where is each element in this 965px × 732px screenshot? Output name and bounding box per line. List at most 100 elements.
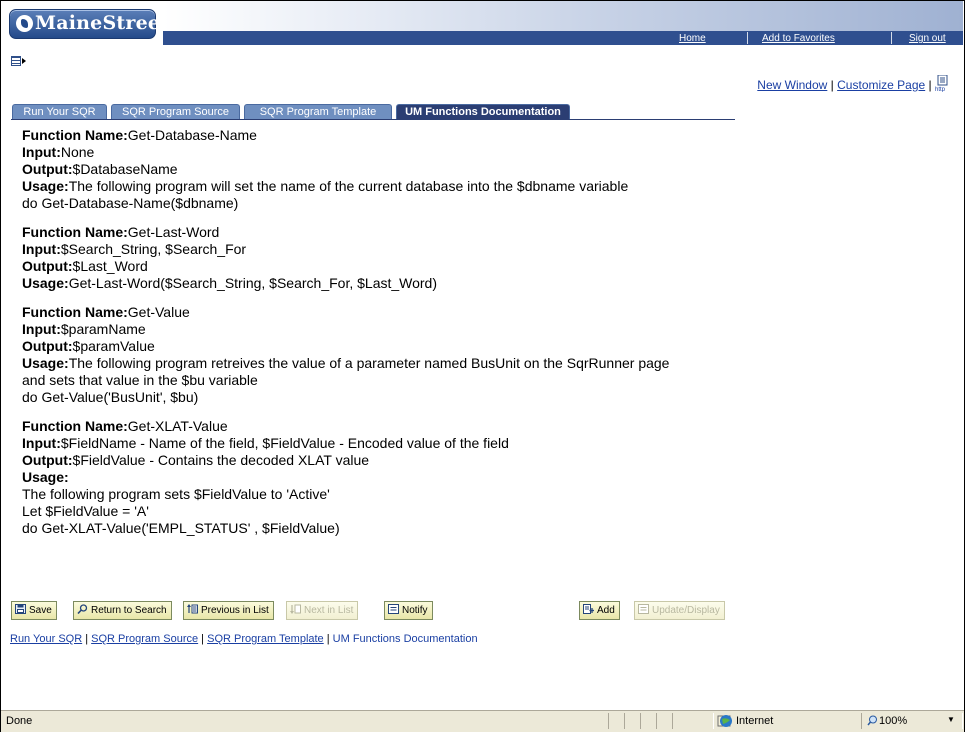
logo-text: MaineStreet [35, 12, 170, 34]
status-pane [672, 713, 714, 729]
usage-line: Usage: [22, 469, 722, 486]
maine-state-icon [16, 15, 33, 32]
http-icon[interactable]: http [935, 74, 951, 93]
usage-text-continued: and sets that value in the $bu variable [22, 372, 258, 388]
function-name-label: Function Name: [22, 224, 128, 240]
function-name-line: Function Name:Get-Database-Name [22, 127, 722, 144]
function-name-label: Function Name: [22, 418, 128, 434]
separator: | [82, 633, 92, 645]
return-to-search-label: Return to Search [91, 605, 167, 616]
add-to-favorites-link[interactable]: Add to Favorites [762, 33, 835, 44]
zoom-level[interactable]: 100% [879, 715, 907, 727]
next-in-list-button[interactable]: Next in List [286, 601, 359, 620]
function-entry: Function Name:Get-Value Input:$paramName… [22, 304, 722, 406]
tab-run-your-sqr[interactable]: Run Your SQR [12, 104, 107, 119]
input-value: $FieldName - Name of the field, $FieldVa… [60, 435, 509, 451]
input-label: Input: [22, 321, 61, 337]
page-actions: New Window | Customize Page | http [757, 74, 951, 93]
next-in-list-label: Next in List [304, 605, 354, 616]
output-label: Output: [22, 161, 73, 177]
search-icon [77, 603, 88, 615]
function-name-label: Function Name: [22, 304, 128, 320]
tab-sqr-program-source[interactable]: SQR Program Source [111, 104, 240, 119]
usage-label: Usage: [22, 469, 69, 485]
usage-label: Usage: [22, 275, 69, 291]
menu-toggle-icon[interactable] [11, 56, 26, 66]
sqr-program-template-link[interactable]: SQR Program Template [207, 633, 324, 645]
output-line: Output:$paramValue [22, 338, 722, 355]
logo: MaineStreet [9, 9, 169, 39]
output-label: Output: [22, 338, 73, 354]
code-line: do Get-Database-Name($dbname) [22, 195, 239, 211]
function-name: Get-XLAT-Value [127, 418, 228, 434]
input-value: None [60, 144, 95, 160]
input-line: Input:$FieldName - Name of the field, $F… [22, 435, 722, 452]
function-name: Get-Last-Word [127, 224, 220, 240]
save-button[interactable]: Save [11, 601, 57, 620]
function-name: Get-Value [127, 304, 190, 320]
input-line: Input:$Search_String, $Search_For [22, 241, 722, 258]
notify-button[interactable]: Notify [384, 601, 433, 620]
input-label: Input: [22, 241, 61, 257]
output-label: Output: [22, 258, 73, 274]
usage-text-continued: Let $FieldValue = 'A' [22, 503, 149, 519]
input-line: Input:$paramName [22, 321, 722, 338]
menu-list-icon [11, 56, 21, 66]
um-functions-documentation-current: UM Functions Documentation [332, 633, 478, 645]
logo-badge: MaineStreet [9, 9, 169, 39]
zoom-icon[interactable] [867, 715, 878, 729]
new-window-link[interactable]: New Window [757, 78, 827, 92]
separator: | [830, 78, 834, 92]
input-label: Input: [22, 435, 61, 451]
input-line: Input:None [22, 144, 722, 161]
status-pane [624, 713, 641, 729]
output-line: Output:$DatabaseName [22, 161, 722, 178]
input-value: $Search_String, $Search_For [60, 241, 247, 257]
function-name: Get-Database-Name [127, 127, 257, 143]
output-line: Output:$FieldValue - Contains the decode… [22, 452, 722, 469]
zoom-dropdown-icon[interactable]: ▼ [947, 715, 955, 724]
tab-um-functions-documentation[interactable]: UM Functions Documentation [396, 104, 570, 119]
notify-icon [388, 603, 399, 614]
status-pane [608, 713, 625, 729]
output-value: $FieldValue - Contains the decoded XLAT … [72, 452, 370, 468]
usage-text: The following program retreives the valu… [68, 355, 670, 371]
output-label: Output: [22, 452, 73, 468]
add-button[interactable]: Add [579, 601, 620, 620]
return-to-search-button[interactable]: Return to Search [73, 601, 172, 620]
status-pane [640, 713, 657, 729]
function-entry: Function Name:Get-Database-Name Input:No… [22, 127, 722, 212]
usage-line: Usage:The following program retreives th… [22, 355, 722, 372]
home-link[interactable]: Home [679, 33, 706, 44]
add-label: Add [597, 605, 615, 616]
function-name-line: Function Name:Get-XLAT-Value [22, 418, 722, 435]
previous-in-list-icon [187, 603, 198, 614]
arrow-right-icon [22, 58, 26, 64]
input-label: Input: [22, 144, 61, 160]
previous-in-list-button[interactable]: Previous in List [183, 601, 274, 620]
usage-line: Usage:Get-Last-Word($Search_String, $Sea… [22, 275, 722, 292]
update-display-icon [638, 603, 649, 614]
security-zone: Internet [736, 715, 774, 727]
output-value: $paramValue [72, 338, 155, 354]
tab-sqr-program-template[interactable]: SQR Program Template [244, 104, 392, 119]
header-stripe [163, 31, 963, 45]
sqr-program-source-link[interactable]: SQR Program Source [91, 633, 198, 645]
usage-label: Usage: [22, 355, 69, 371]
customize-page-link[interactable]: Customize Page [837, 78, 925, 92]
usage-text: The following program will set the name … [68, 178, 629, 194]
update-display-button[interactable]: Update/Display [634, 601, 725, 620]
code-line: do Get-Value('BusUnit', $bu) [22, 389, 199, 405]
header-band: Home Add to Favorites Sign out [163, 1, 964, 45]
bottom-page-links: Run Your SQR | SQR Program Source | SQR … [10, 633, 478, 645]
sign-out-link[interactable]: Sign out [909, 33, 946, 44]
run-your-sqr-link[interactable]: Run Your SQR [10, 633, 82, 645]
separator: | [928, 78, 932, 92]
usage-text: The following program sets $FieldValue t… [22, 486, 330, 502]
input-value: $paramName [60, 321, 146, 337]
update-display-label: Update/Display [652, 605, 720, 616]
save-label: Save [29, 605, 52, 616]
usage-line: Usage:The following program will set the… [22, 178, 722, 195]
output-value: $Last_Word [72, 258, 148, 274]
save-icon [15, 603, 26, 614]
